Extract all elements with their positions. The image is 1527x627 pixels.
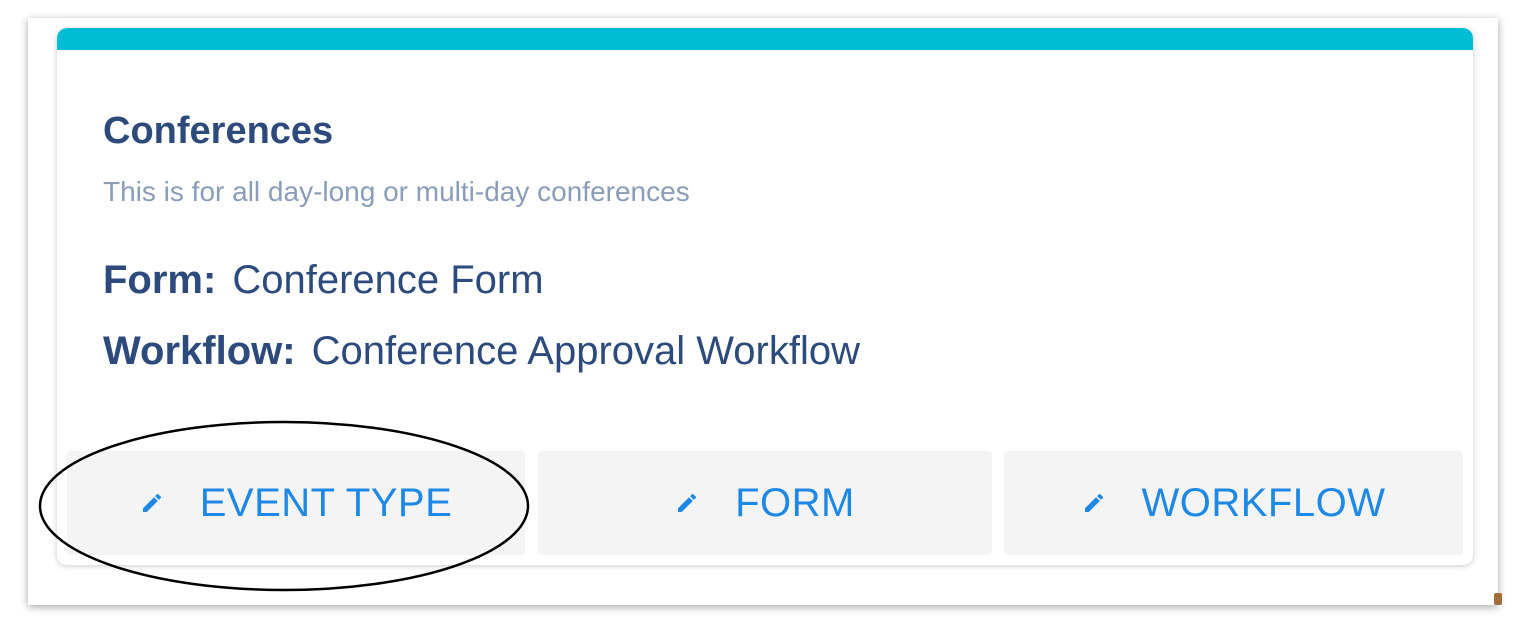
card-title: Conferences xyxy=(103,110,334,152)
form-info-row: Form: Conference Form xyxy=(103,260,544,300)
edit-event-type-button[interactable]: EVENT TYPE xyxy=(67,451,525,555)
edit-form-button[interactable]: FORM xyxy=(538,451,992,555)
corner-accent xyxy=(1494,593,1502,605)
edit-workflow-label: WORKFLOW xyxy=(1141,480,1386,525)
workflow-label: Workflow: xyxy=(103,329,296,373)
pencil-icon xyxy=(142,493,161,512)
form-label: Form: xyxy=(103,258,217,302)
workflow-info-row: Workflow: Conference Approval Workflow xyxy=(103,331,860,371)
event-type-card: Conferences This is for all day-long or … xyxy=(57,28,1473,565)
form-value: Conference Form xyxy=(232,258,544,302)
edit-form-label: FORM xyxy=(735,480,855,525)
card-description: This is for all day-long or multi-day co… xyxy=(103,176,690,207)
edit-workflow-button[interactable]: WORKFLOW xyxy=(1004,451,1463,555)
edit-event-type-label: EVENT TYPE xyxy=(199,480,453,525)
card-accent-bar xyxy=(57,28,1473,50)
pencil-icon xyxy=(1084,493,1103,512)
workflow-value: Conference Approval Workflow xyxy=(311,329,860,373)
pencil-icon xyxy=(678,493,697,512)
card-actions: EVENT TYPE FORM WORKFLOW xyxy=(67,451,1463,555)
screenshot-frame: Conferences This is for all day-long or … xyxy=(28,18,1502,605)
